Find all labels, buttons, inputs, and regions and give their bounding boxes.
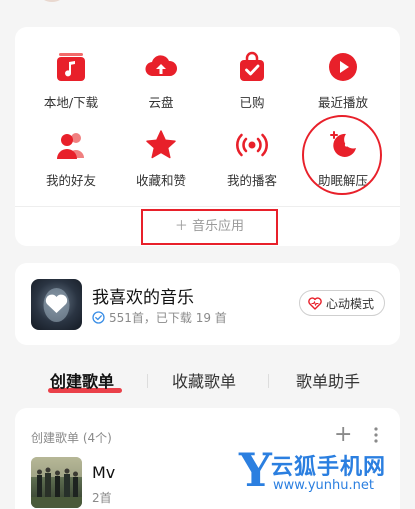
watermark-url: www.yunhu.net bbox=[273, 478, 374, 493]
more-icon[interactable] bbox=[373, 426, 379, 444]
heart-mode-button[interactable]: 心动模式 bbox=[298, 290, 385, 316]
watermark: Y 云狐手机网 www.yunhu.net bbox=[239, 445, 415, 509]
add-playlist-button[interactable]: + bbox=[334, 424, 352, 446]
heart-mode-label: 心动模式 bbox=[325, 296, 374, 311]
favorite-subtitle: 551首，已下载 19 首 bbox=[92, 309, 227, 326]
playlist-count: 2首 bbox=[92, 491, 112, 505]
top-avatar-edge bbox=[40, 0, 64, 2]
favorite-cover bbox=[31, 279, 82, 330]
star-icon bbox=[146, 130, 176, 159]
shortcut-label: 最近播放 bbox=[317, 95, 368, 110]
tab-playlist-assistant[interactable]: 歌单助手 bbox=[296, 368, 360, 392]
shortcut-label: 收藏和赞 bbox=[135, 173, 186, 188]
downloaded-check-icon bbox=[92, 311, 105, 324]
favorite-subtitle-text: 551首，已下载 19 首 bbox=[109, 311, 227, 325]
shortcut-label: 我的播客 bbox=[226, 173, 277, 188]
shortcut-label: 我的好友 bbox=[45, 173, 96, 188]
cloud-upload-icon bbox=[145, 55, 178, 77]
shopping-bag-check-icon bbox=[240, 51, 264, 81]
tab-collected-playlists[interactable]: 收藏歌单 bbox=[172, 368, 236, 392]
watermark-name: 云狐手机网 bbox=[271, 455, 387, 480]
podcast-icon bbox=[236, 133, 268, 157]
friends-icon bbox=[57, 133, 84, 159]
tab-separator bbox=[268, 374, 269, 388]
playlist-name: Mv bbox=[92, 463, 116, 482]
playlist-tabs: 创建歌单 收藏歌单 歌单助手 bbox=[0, 368, 415, 398]
shortcut-recent-play[interactable]: 最近播放 bbox=[295, 50, 391, 111]
shortcut-friends[interactable]: 我的好友 bbox=[23, 128, 119, 189]
shortcut-cloud[interactable]: 云盘 bbox=[113, 50, 209, 111]
favorite-music-card[interactable]: 我喜欢的音乐 551首，已下载 19 首 心动模式 bbox=[15, 263, 400, 345]
tab-separator bbox=[147, 374, 148, 388]
highlight-circle bbox=[302, 115, 382, 195]
favorite-title: 我喜欢的音乐 bbox=[92, 288, 194, 308]
shortcut-podcast[interactable]: 我的播客 bbox=[204, 128, 300, 189]
shortcut-label: 已购 bbox=[239, 95, 265, 110]
people-photo-cover bbox=[31, 457, 82, 508]
playlist-cover bbox=[31, 457, 82, 508]
add-music-app-button[interactable]: ＋ 音乐应用 bbox=[141, 209, 278, 245]
heart-cover-icon bbox=[43, 288, 70, 322]
shortcut-label: 本地/下载 bbox=[43, 95, 99, 110]
shortcut-favorites[interactable]: 收藏和赞 bbox=[113, 128, 209, 189]
playlists-header: 创建歌单 (4个) bbox=[31, 431, 112, 445]
tab-created-playlists[interactable]: 创建歌单 bbox=[50, 368, 114, 392]
shortcut-local-download[interactable]: 本地/下载 bbox=[23, 50, 119, 111]
music-note-box-icon bbox=[57, 53, 85, 81]
shortcuts-divider bbox=[15, 206, 400, 207]
watermark-letter: Y bbox=[239, 443, 272, 497]
shortcut-label: 云盘 bbox=[148, 95, 174, 110]
shortcut-purchased[interactable]: 已购 bbox=[204, 50, 300, 111]
heart-pulse-icon bbox=[308, 296, 322, 310]
shortcuts-card: 本地/下载 云盘 已购 最近播放 我的好友 收藏和赞 我的播客 助眠解压 ＋ 音… bbox=[15, 27, 400, 246]
play-circle-icon bbox=[329, 53, 357, 81]
